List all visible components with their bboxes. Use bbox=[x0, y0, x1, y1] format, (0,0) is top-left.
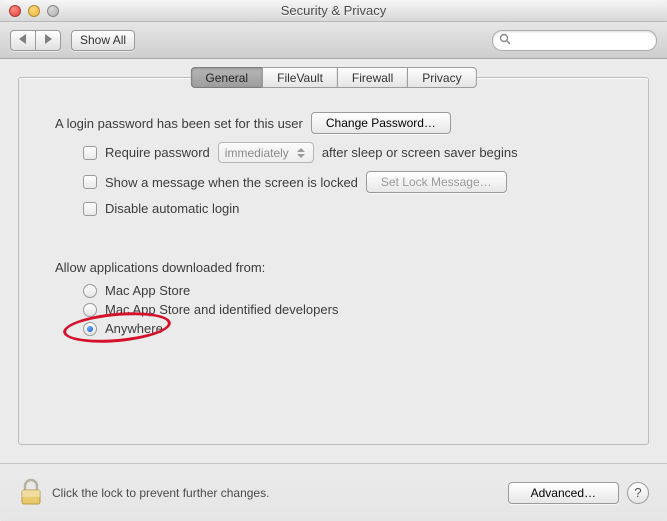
titlebar: Security & Privacy bbox=[0, 0, 667, 22]
require-password-row: Require password immediately after sleep… bbox=[83, 142, 612, 163]
content-area: General FileVault Firewall Privacy A log… bbox=[0, 59, 667, 463]
show-message-row: Show a message when the screen is locked… bbox=[83, 171, 612, 193]
search-icon bbox=[499, 33, 511, 48]
window-title: Security & Privacy bbox=[0, 3, 667, 18]
tabs: General FileVault Firewall Privacy bbox=[190, 67, 476, 88]
require-password-delay-select[interactable]: immediately bbox=[218, 142, 314, 163]
tab-general[interactable]: General bbox=[190, 67, 263, 88]
footer: Click the lock to prevent further change… bbox=[0, 463, 667, 521]
require-password-delay-value: immediately bbox=[225, 146, 289, 160]
password-row: A login password has been set for this u… bbox=[55, 112, 612, 134]
gatekeeper-heading-row: Allow applications downloaded from: bbox=[55, 260, 612, 275]
disable-autologin-label: Disable automatic login bbox=[105, 201, 239, 216]
radio-mas-label: Mac App Store bbox=[105, 283, 190, 298]
general-pane: A login password has been set for this u… bbox=[19, 112, 648, 336]
lock-text: Click the lock to prevent further change… bbox=[52, 486, 269, 500]
radio-anywhere[interactable] bbox=[83, 322, 97, 336]
tab-panel: General FileVault Firewall Privacy A log… bbox=[18, 77, 649, 445]
disable-autologin-row: Disable automatic login bbox=[83, 201, 612, 216]
lock-icon[interactable] bbox=[18, 478, 44, 508]
set-lock-message-button[interactable]: Set Lock Message… bbox=[366, 171, 507, 193]
show-message-checkbox[interactable] bbox=[83, 175, 97, 189]
chevron-right-icon bbox=[44, 33, 52, 47]
radio-mas-dev[interactable] bbox=[83, 303, 97, 317]
require-password-label: Require password bbox=[105, 145, 210, 160]
nav-group bbox=[10, 30, 61, 51]
tab-firewall[interactable]: Firewall bbox=[337, 67, 408, 88]
gatekeeper-heading: Allow applications downloaded from: bbox=[55, 260, 265, 275]
gatekeeper-option-anywhere: Anywhere bbox=[83, 321, 612, 336]
help-button[interactable]: ? bbox=[627, 482, 649, 504]
chevron-left-icon bbox=[19, 33, 27, 47]
gatekeeper-option-mas-dev: Mac App Store and identified developers bbox=[83, 302, 612, 317]
search-input[interactable] bbox=[515, 32, 667, 48]
radio-anywhere-label: Anywhere bbox=[105, 321, 163, 336]
gatekeeper-option-mas: Mac App Store bbox=[83, 283, 612, 298]
tab-privacy[interactable]: Privacy bbox=[407, 67, 476, 88]
search-field[interactable] bbox=[492, 30, 657, 51]
show-message-label: Show a message when the screen is locked bbox=[105, 175, 358, 190]
password-set-label: A login password has been set for this u… bbox=[55, 116, 303, 131]
radio-mas[interactable] bbox=[83, 284, 97, 298]
preferences-window: Security & Privacy Show All bbox=[0, 0, 667, 521]
advanced-button[interactable]: Advanced… bbox=[508, 482, 619, 504]
back-button[interactable] bbox=[10, 30, 36, 51]
tab-filevault[interactable]: FileVault bbox=[262, 67, 338, 88]
show-all-button[interactable]: Show All bbox=[71, 30, 135, 51]
stepper-icon bbox=[295, 148, 307, 158]
require-password-checkbox[interactable] bbox=[83, 146, 97, 160]
toolbar: Show All bbox=[0, 22, 667, 59]
change-password-button[interactable]: Change Password… bbox=[311, 112, 451, 134]
forward-button[interactable] bbox=[35, 30, 61, 51]
disable-autologin-checkbox[interactable] bbox=[83, 202, 97, 216]
require-password-suffix: after sleep or screen saver begins bbox=[322, 145, 518, 160]
radio-mas-dev-label: Mac App Store and identified developers bbox=[105, 302, 338, 317]
